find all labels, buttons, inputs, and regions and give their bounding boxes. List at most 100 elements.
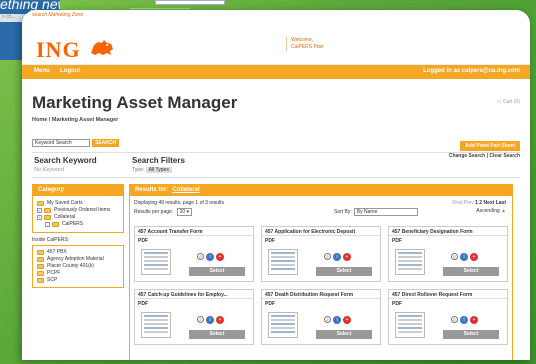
results-header-value[interactable]: Collateral: [172, 187, 199, 193]
search-filters-heading: Search Filters: [132, 156, 185, 165]
info-icon[interactable]: i: [333, 316, 341, 324]
info-icon[interactable]: i: [460, 253, 468, 261]
folder-icon: [44, 215, 51, 220]
search-filters-block: Search Filters Type: All Types: [132, 156, 185, 173]
select-button[interactable]: Select: [443, 267, 499, 276]
asset-card: 457 Death Distribution Request Form PDF …: [261, 289, 381, 345]
add-icon[interactable]: +: [216, 316, 224, 324]
asset-title[interactable]: 457 Account Transfer Form: [135, 227, 253, 236]
sort-select[interactable]: By Name: [353, 208, 418, 216]
order-label: Ascending: [476, 208, 500, 214]
add-icon[interactable]: +: [216, 253, 224, 261]
search-button[interactable]: SEARCH: [92, 139, 120, 147]
search-keyword-value: No Keyword: [34, 167, 64, 173]
pager-pages[interactable]: 1 2 Next Last: [475, 200, 506, 206]
info-icon[interactable]: i: [333, 253, 341, 261]
site-header: ING Welcome, CalPERS Plan: [22, 19, 530, 65]
asset-thumbnail[interactable]: [395, 312, 425, 338]
asset-format: PDF: [265, 238, 275, 244]
select-button[interactable]: Select: [316, 330, 372, 339]
asset-actions: ⌕ i +: [451, 253, 478, 261]
asset-thumbnail[interactable]: [141, 312, 171, 338]
results-body: Displaying 49 results, page 1 of 3 resul…: [129, 196, 513, 360]
select-button[interactable]: Select: [443, 330, 499, 339]
keyword-search-row: Keyword Search SEARCH: [32, 139, 520, 148]
main-window: search Marketing Zone ING Welcome, CalPE…: [22, 10, 530, 360]
filter-type-label: Type:: [132, 167, 145, 173]
add-icon[interactable]: +: [343, 253, 351, 261]
zoom-icon[interactable]: ⌕: [451, 253, 458, 260]
select-button[interactable]: Select: [189, 330, 245, 339]
zoom-icon[interactable]: ⌕: [451, 316, 458, 323]
asset-format: PDF: [265, 301, 275, 307]
add-icon[interactable]: +: [343, 316, 351, 324]
asset-thumbnail[interactable]: [268, 312, 298, 338]
asset-card: 457 Account Transfer Form PDF ⌕ i + Select: [134, 226, 254, 282]
asset-title[interactable]: 457 Catch-up Guidelines for Employ...: [135, 290, 253, 299]
select-button[interactable]: Select: [189, 267, 245, 276]
add-icon[interactable]: +: [470, 316, 478, 324]
inside-item[interactable]: Agency Adoption Material: [37, 256, 119, 263]
asset-actions: ⌕ i +: [197, 316, 224, 324]
asset-title[interactable]: 457 Beneficiary Designation Form: [389, 227, 507, 236]
asset-thumbnail[interactable]: [395, 249, 425, 275]
expand-icon[interactable]: +: [37, 215, 42, 220]
welcome-block: Welcome, CalPERS Plan: [286, 37, 324, 51]
top-link[interactable]: search Marketing Zone: [22, 10, 530, 19]
menu-link[interactable]: Menu: [34, 68, 50, 74]
zoom-icon[interactable]: ⌕: [324, 253, 331, 260]
asset-card: 457 Catch-up Guidelines for Employ... PD…: [134, 289, 254, 345]
filter-type-value[interactable]: All Types: [145, 167, 172, 173]
pager-first-prev[interactable]: First Prev: [452, 200, 473, 206]
ascending-arrow-icon: ▲: [501, 208, 506, 214]
asset-actions: ⌕ i +: [197, 253, 224, 261]
inside-item[interactable]: Placer County 401(k): [37, 263, 119, 270]
zoom-icon[interactable]: ⌕: [324, 316, 331, 323]
asset-format: PDF: [138, 238, 148, 244]
category-tree: My Saved Carts + Previously Ordered Items…: [32, 196, 124, 233]
order-toggle[interactable]: Ascending ▲: [476, 208, 506, 214]
asset-format: PDF: [138, 301, 148, 307]
ing-logo[interactable]: ING: [36, 37, 81, 63]
select-button[interactable]: Select: [316, 267, 372, 276]
category-item[interactable]: + Collateral: [37, 214, 119, 221]
asset-actions: ⌕ i +: [324, 316, 351, 324]
breadcrumb: Home / Marketing Asset Manager: [32, 117, 119, 123]
asset-card: 457 Beneficiary Designation Form PDF ⌕ i +…: [388, 226, 508, 282]
page-content: ▭ Cart (0) Marketing Asset Manager Home …: [22, 93, 530, 360]
asset-title[interactable]: 457 Application for Electronic Deposit: [262, 227, 380, 236]
asset-card: 457 Direct Rollover Request Form PDF ⌕ i +…: [388, 289, 508, 345]
asset-title[interactable]: 457 Death Distribution Request Form: [262, 290, 380, 299]
inside-item[interactable]: PCPF: [37, 270, 119, 277]
inside-item[interactable]: SCP: [37, 277, 119, 284]
asset-format: PDF: [392, 301, 402, 307]
category-item[interactable]: + Previously Ordered Items: [37, 207, 119, 214]
category-item[interactable]: - CalPERS: [37, 221, 119, 228]
per-page-select[interactable]: 20 ▾: [176, 208, 193, 216]
zoom-icon[interactable]: ⌕: [197, 316, 204, 323]
keyword-search-input[interactable]: Keyword Search: [32, 139, 90, 147]
expand-icon[interactable]: +: [37, 208, 42, 213]
asset-thumbnail[interactable]: [268, 249, 298, 275]
results-summary-row: Displaying 49 results, page 1 of 3 resul…: [134, 200, 508, 208]
add-icon[interactable]: +: [470, 253, 478, 261]
inside-item[interactable]: 457 PBX: [37, 249, 119, 256]
cart-link[interactable]: ▭ Cart (0): [497, 99, 520, 105]
collapse-icon[interactable]: -: [45, 222, 50, 227]
info-icon[interactable]: i: [206, 253, 214, 261]
zoom-icon[interactable]: ⌕: [197, 253, 204, 260]
info-icon[interactable]: i: [206, 316, 214, 324]
asset-thumbnail[interactable]: [141, 249, 171, 275]
inside-item-label: SCP: [47, 277, 58, 283]
info-icon[interactable]: i: [460, 316, 468, 324]
category-item[interactable]: My Saved Carts: [37, 200, 119, 207]
inside-item-label: 457 PBX: [47, 249, 67, 255]
cart-label: Cart (0): [503, 99, 520, 105]
inside-category-list: 457 PBX Agency Adoption Material Placer …: [32, 245, 124, 288]
folder-icon: [37, 257, 44, 262]
asset-card: 457 Application for Electronic Deposit P…: [261, 226, 381, 282]
search-summary: Search Keyword No Keyword Search Filters…: [32, 152, 520, 178]
asset-title[interactable]: 457 Direct Rollover Request Form: [389, 290, 507, 299]
logout-link[interactable]: Logout: [60, 68, 80, 74]
pager: First Prev 1 2 Next Last: [452, 200, 506, 206]
